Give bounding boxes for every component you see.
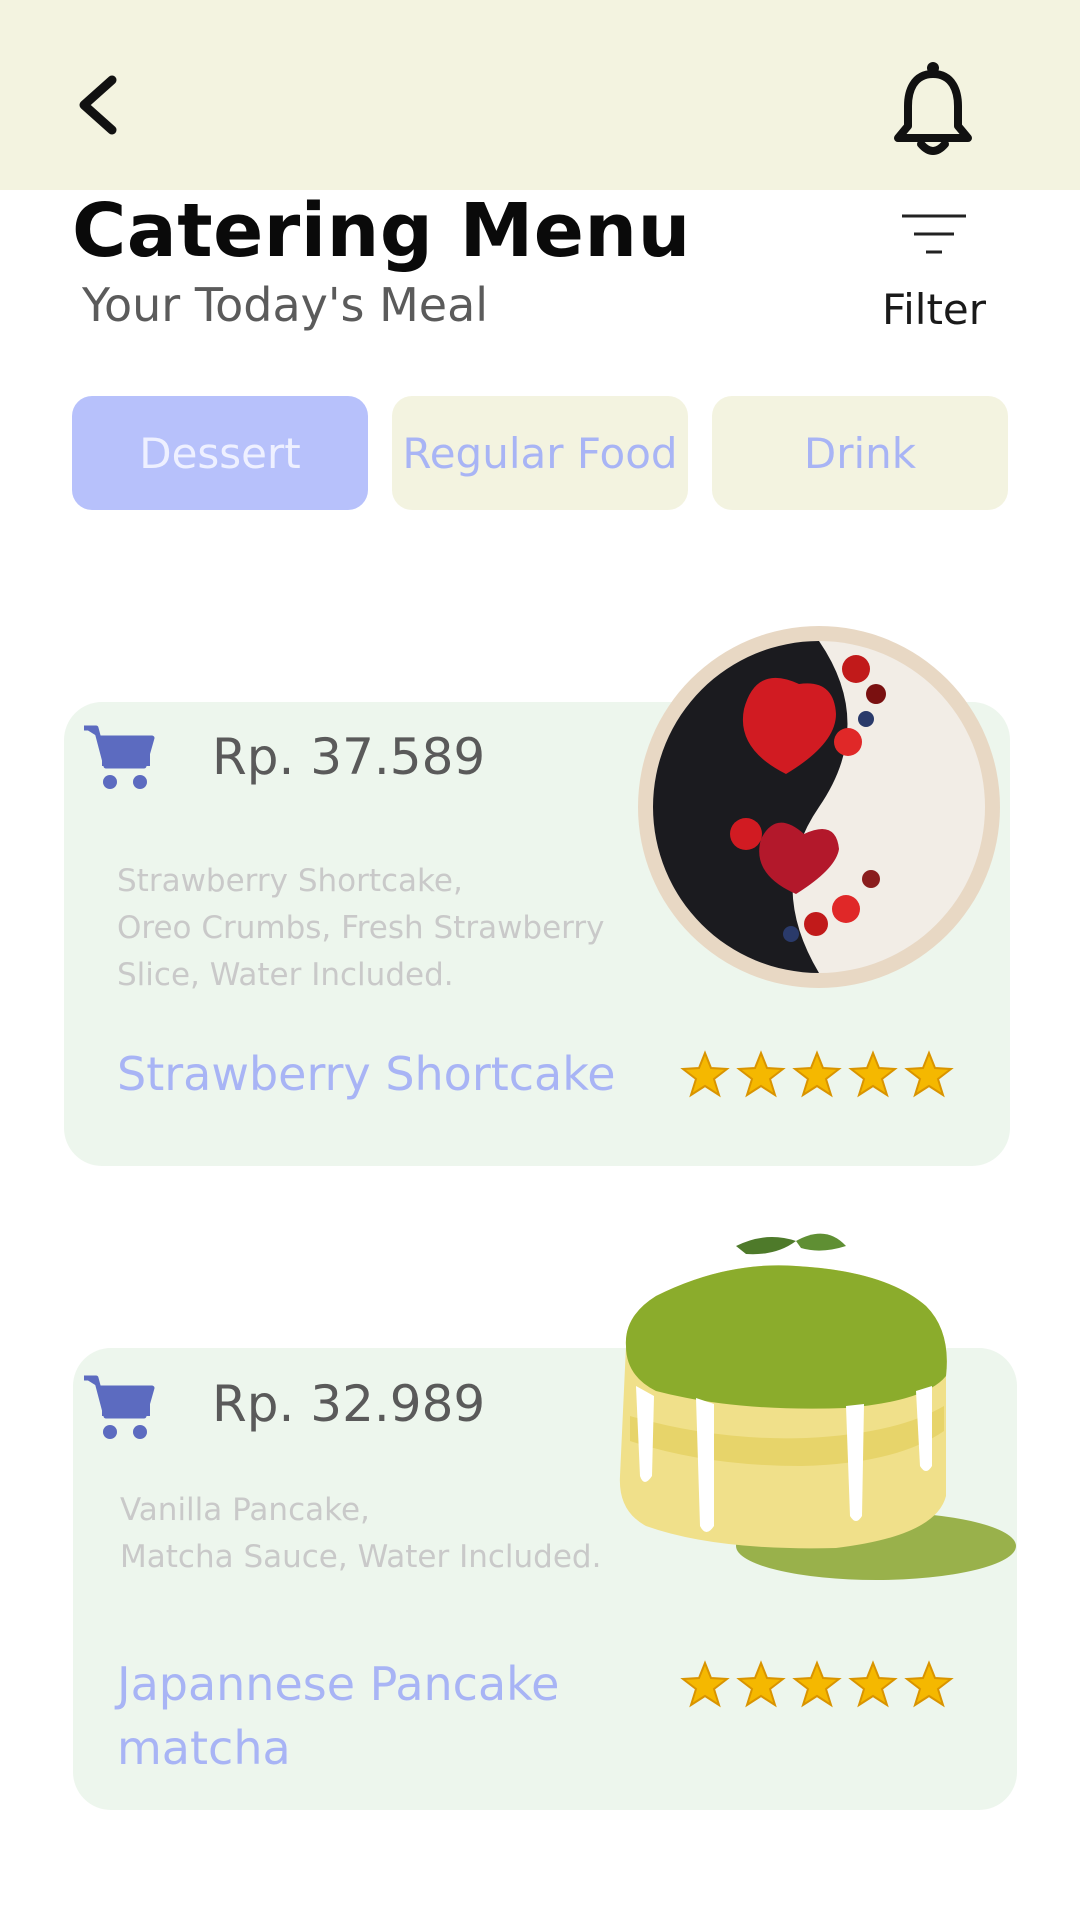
page-title: Catering Menu bbox=[72, 188, 691, 274]
cart-icon bbox=[84, 725, 155, 789]
rating-stars bbox=[680, 1660, 954, 1710]
item-name[interactable]: Japannese Pancake matcha bbox=[117, 1652, 657, 1780]
star-icon bbox=[680, 1050, 730, 1098]
matcha-pancake-image bbox=[619, 1233, 1016, 1580]
tab-drink[interactable]: Drink bbox=[712, 396, 1008, 510]
chevron-left-icon bbox=[79, 75, 117, 135]
star-icon bbox=[904, 1660, 954, 1708]
back-button[interactable] bbox=[70, 70, 130, 140]
star-icon bbox=[904, 1050, 954, 1098]
page-subtitle: Your Today's Meal bbox=[82, 278, 489, 332]
pancake-photo bbox=[596, 1226, 1020, 1588]
description-line: Slice, Water Included. bbox=[117, 957, 454, 993]
add-to-cart-button[interactable] bbox=[82, 1372, 156, 1442]
item-description: Vanilla Pancake, Matcha Sauce, Water Inc… bbox=[120, 1487, 601, 1581]
description-line: Matcha Sauce, Water Included. bbox=[120, 1539, 602, 1575]
description-line: Oreo Crumbs, Fresh Strawberry bbox=[117, 910, 605, 946]
item-name[interactable]: Strawberry Shortcake bbox=[117, 1042, 616, 1106]
star-icon bbox=[848, 1660, 898, 1708]
star-icon bbox=[848, 1050, 898, 1098]
star-icon bbox=[792, 1050, 842, 1098]
item-price: Rp. 37.589 bbox=[212, 728, 486, 786]
star-icon bbox=[736, 1660, 786, 1708]
star-icon bbox=[680, 1660, 730, 1708]
description-line: Vanilla Pancake, bbox=[120, 1492, 370, 1528]
filter-label[interactable]: Filter bbox=[882, 285, 986, 334]
tab-regular-food[interactable]: Regular Food bbox=[392, 396, 688, 510]
filter-button[interactable] bbox=[900, 212, 968, 256]
star-icon bbox=[736, 1050, 786, 1098]
strawberry-cake-image bbox=[638, 626, 1000, 988]
filter-lines-icon bbox=[902, 214, 966, 254]
add-to-cart-button[interactable] bbox=[82, 722, 156, 792]
item-description: Strawberry Shortcake, Oreo Crumbs, Fresh… bbox=[117, 858, 604, 999]
star-icon bbox=[792, 1660, 842, 1708]
notification-bell-button[interactable] bbox=[888, 60, 978, 160]
item-price: Rp. 32.989 bbox=[212, 1375, 486, 1433]
top-app-bar bbox=[0, 0, 1080, 190]
cart-icon bbox=[84, 1375, 155, 1439]
bell-icon bbox=[894, 62, 972, 155]
cake-photo bbox=[636, 624, 1002, 990]
rating-stars bbox=[680, 1050, 954, 1100]
description-line: Strawberry Shortcake, bbox=[117, 863, 463, 899]
tab-dessert[interactable]: Dessert bbox=[72, 396, 368, 510]
